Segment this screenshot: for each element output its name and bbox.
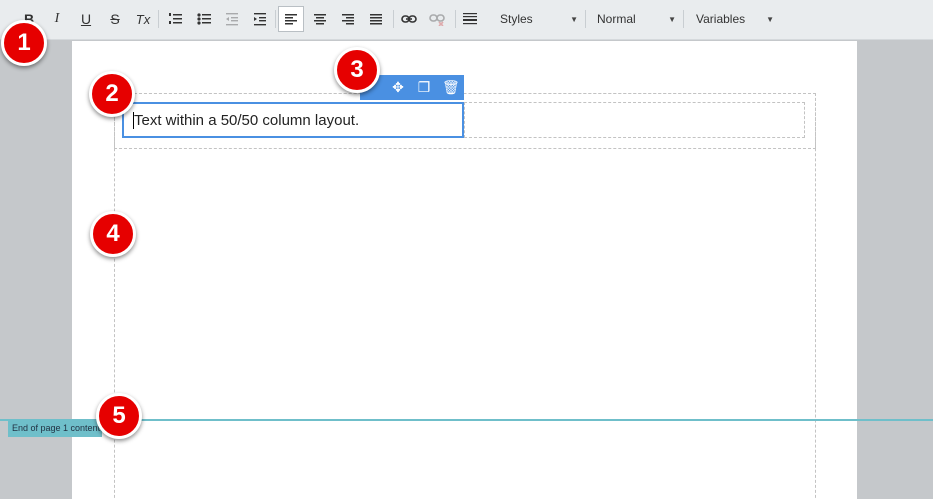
variables-dropdown[interactable]: Variables ▼ [688,8,774,30]
copy-icon[interactable]: ❐ [416,79,432,96]
numbered-list-button[interactable] [164,8,186,30]
toolbar-divider [585,10,586,28]
underline-icon: U [80,11,92,27]
decrease-indent-icon [226,13,238,26]
underline-button[interactable]: U [75,8,97,30]
left-column[interactable]: Text within a 50/50 column layout. [122,102,464,138]
chevron-down-icon: ▼ [570,14,578,24]
align-right-icon [342,14,354,25]
document-page[interactable]: ✥ ❐ 🗑 Text within a 50/50 column layout. [72,41,857,499]
chevron-down-icon: ▼ [766,14,774,24]
callout-marker-5: 5 [96,393,142,439]
align-center-button[interactable] [309,8,331,30]
bulleted-list-button[interactable] [193,8,215,30]
remove-format-button[interactable]: Tx [132,8,154,30]
link-button[interactable] [398,8,420,30]
justify-button[interactable] [365,8,387,30]
align-right-button[interactable] [337,8,359,30]
editor-toolbar: B I U S Tx Styles ▼ Normal ▼ Variables ▼ [0,0,933,40]
right-column[interactable] [464,102,805,138]
increase-indent-button[interactable] [249,8,271,30]
decrease-indent-button[interactable] [221,8,243,30]
format-dropdown[interactable]: Normal ▼ [590,8,676,30]
link-icon [401,15,417,23]
remove-format-icon: Tx [135,11,151,27]
numbered-list-icon [169,13,182,24]
unlink-icon [429,14,445,26]
toolbar-divider [455,10,456,28]
align-left-icon [285,14,297,25]
styles-dropdown-label: Styles [500,12,533,26]
callout-marker-2: 2 [89,71,135,117]
column-text[interactable]: Text within a 50/50 column layout. [134,112,359,129]
strikethrough-button[interactable]: S [104,8,126,30]
toolbar-divider [683,10,684,28]
toolbar-divider [275,10,276,28]
callout-marker-4: 4 [90,211,136,257]
toolbar-divider [158,10,159,28]
callout-marker-3: 3 [334,47,380,93]
align-center-icon [314,14,326,25]
increase-indent-icon [254,13,266,26]
italic-button[interactable]: I [46,8,68,30]
styles-dropdown[interactable]: Styles ▼ [490,8,578,30]
callout-marker-1: 1 [1,20,47,66]
justify-icon [370,14,382,25]
horizontal-line-icon [463,13,477,25]
chevron-down-icon: ▼ [668,14,676,24]
horizontal-line-button[interactable] [459,8,481,30]
section-container[interactable] [114,93,816,499]
delete-icon[interactable]: 🗑 [442,79,460,96]
move-icon[interactable]: ✥ [390,79,406,96]
bulleted-list-icon [197,13,211,25]
italic-icon: I [54,11,60,26]
unlink-button[interactable] [426,8,448,30]
toolbar-divider [393,10,394,28]
format-dropdown-label: Normal [597,12,636,26]
variables-dropdown-label: Variables [696,12,746,26]
strikethrough-icon: S [110,11,120,27]
page-break-label: End of page 1 content [8,421,102,437]
align-left-button[interactable] [278,6,304,32]
